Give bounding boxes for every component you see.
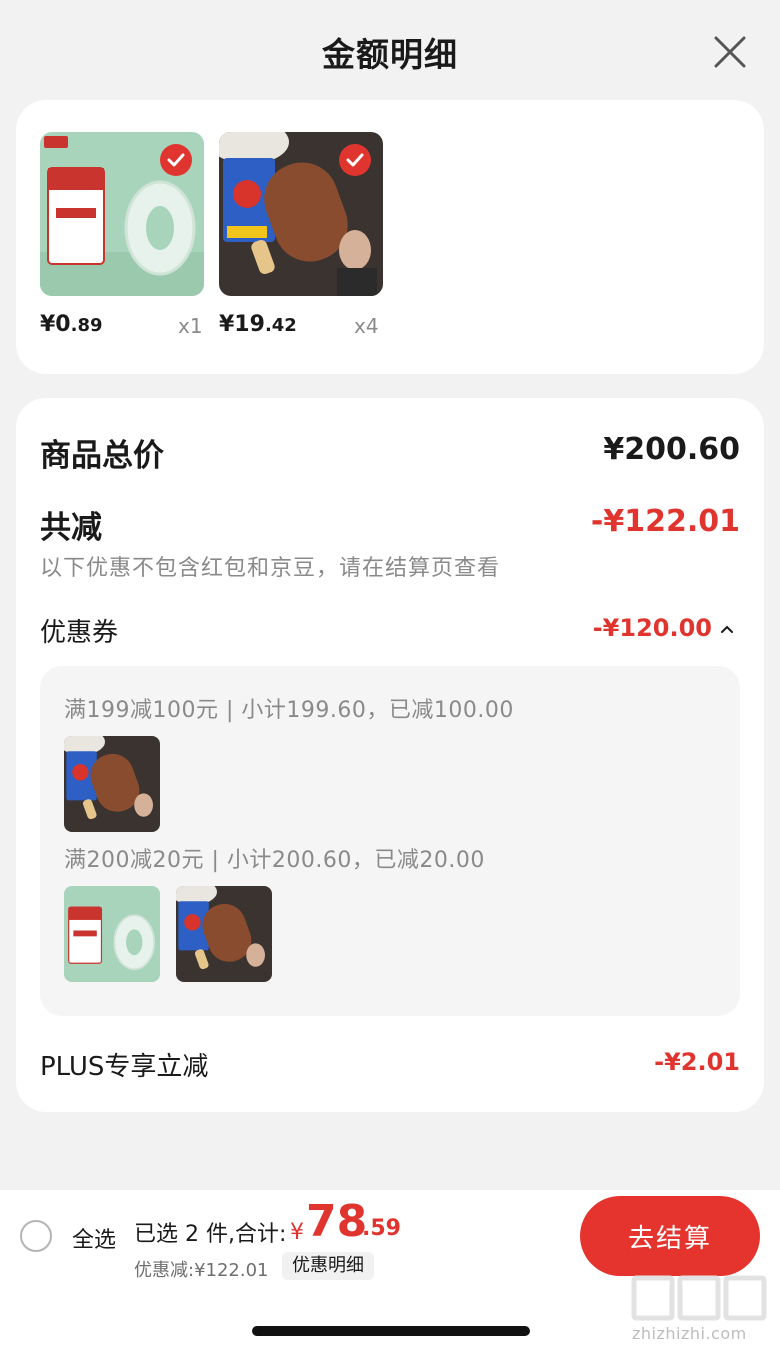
checkout-bar: 全选 已选 2 件,合计: ¥ 78 .59 优惠减:¥122.01 优惠明细 …	[0, 1190, 780, 1352]
discount-note: 以下优惠不包含红包和京豆，请在结算页查看	[40, 556, 501, 581]
product-quantity: x4	[354, 314, 379, 338]
price-decimal: .42	[264, 315, 297, 336]
goods-total-label: 商品总价	[40, 438, 164, 474]
ice-cream-product-image	[64, 736, 160, 832]
checkout-button[interactable]: 去结算	[580, 1196, 760, 1276]
checked-badge	[339, 144, 371, 176]
total-amount-integer: 78	[306, 1196, 368, 1247]
coupon-item-thumb	[64, 886, 160, 982]
coupon-rule-text: 满199减100元 | 小计199.60，已减100.00	[64, 698, 514, 723]
home-indicator	[252, 1326, 530, 1336]
total-currency: ¥	[290, 1220, 304, 1245]
price-decimal: .89	[70, 315, 103, 336]
checkmark-icon	[167, 153, 185, 167]
discount-detail-button[interactable]: 优惠明细	[282, 1252, 374, 1280]
coupon-item-thumb	[176, 886, 272, 982]
discount-amount-text: 优惠减:¥122.01	[134, 1260, 269, 1281]
tape-product-image	[64, 886, 160, 982]
plus-discount-label: PLUS专享立减	[40, 1052, 209, 1082]
ice-cream-product-image	[176, 886, 272, 982]
select-all-radio[interactable]	[20, 1220, 52, 1252]
coupon-label[interactable]: 优惠券	[40, 612, 118, 649]
plus-discount-value: -¥2.01	[654, 1048, 740, 1076]
goods-total-value: ¥200.60	[603, 432, 740, 467]
product-list-card: ¥0.89 x1 ¥19.42 x4	[16, 100, 764, 374]
chevron-up-icon[interactable]	[720, 624, 734, 634]
product-quantity: x1	[178, 314, 203, 338]
price-summary-card: 商品总价 ¥200.60 共减 -¥122.01 以下优惠不包含红包和京豆，请在…	[16, 398, 764, 1112]
selected-count-text: 已选 2 件,合计:	[134, 1222, 287, 1247]
product-image-ice-cream[interactable]	[219, 132, 383, 296]
coupon-rule-text: 满200减20元 | 小计200.60，已减20.00	[64, 848, 485, 873]
page-title: 金额明细	[322, 35, 458, 74]
amount-detail-sheet: 金额明细 ¥0.89 x1 ¥19.42 x4 商品总价 ¥200.60 共减 …	[0, 0, 780, 1190]
total-reduce-label: 共减	[40, 510, 102, 546]
checkmark-icon	[346, 153, 364, 167]
coupon-detail-panel: 满199减100元 | 小计199.60，已减100.00 满200减20元 |…	[40, 666, 740, 1016]
coupon-value[interactable]: -¥120.00	[593, 614, 712, 642]
watermark-text: zhizhizhi.com	[632, 1324, 747, 1343]
select-all-label[interactable]: 全选	[72, 1222, 116, 1254]
coupon-item-thumb	[64, 736, 160, 832]
price-integer: ¥19	[219, 312, 265, 337]
total-reduce-value: -¥122.01	[590, 504, 740, 539]
product-image-tape[interactable]	[40, 132, 204, 296]
total-amount-decimal: .59	[362, 1216, 401, 1241]
product-price: ¥0.89	[40, 312, 103, 337]
checked-badge	[160, 144, 192, 176]
price-integer: ¥0	[40, 312, 71, 337]
product-price: ¥19.42	[219, 312, 297, 337]
sheet-header: 金额明细	[0, 0, 780, 100]
close-icon[interactable]	[712, 34, 748, 70]
